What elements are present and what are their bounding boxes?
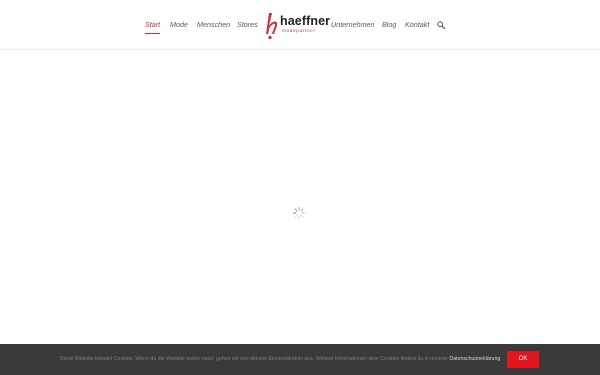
cookie-notice: Diese Website benutzt Cookies. Wenn du d… (60, 355, 500, 363)
nav-kontakt[interactable]: Kontakt (405, 20, 429, 30)
privacy-link[interactable]: Datenschutzerklärung (449, 356, 500, 362)
logo-name: haeffner (280, 14, 331, 28)
search-icon[interactable] (437, 21, 445, 29)
spinner-icon (292, 206, 306, 220)
nav-mode[interactable]: Mode (170, 20, 188, 30)
nav-unternehmen[interactable]: Unternehmen (331, 20, 375, 30)
logo[interactable]: haeffner modepartner (265, 10, 330, 40)
ok-button[interactable]: OK (507, 351, 539, 368)
nav-start[interactable]: Start (145, 20, 160, 30)
logo-subtitle: modepartner (282, 28, 316, 33)
logo-mark-icon (266, 13, 278, 40)
nav-blog[interactable]: Blog (382, 20, 396, 30)
cookie-text: Diese Website benutzt Cookies. Wenn du d… (60, 356, 448, 362)
active-indicator (145, 33, 160, 34)
nav-stores[interactable]: Stores (237, 20, 258, 30)
nav-menschen[interactable]: Menschen (197, 20, 230, 30)
site-header: Start Mode Menschen Stores haeffner mode… (0, 0, 600, 50)
